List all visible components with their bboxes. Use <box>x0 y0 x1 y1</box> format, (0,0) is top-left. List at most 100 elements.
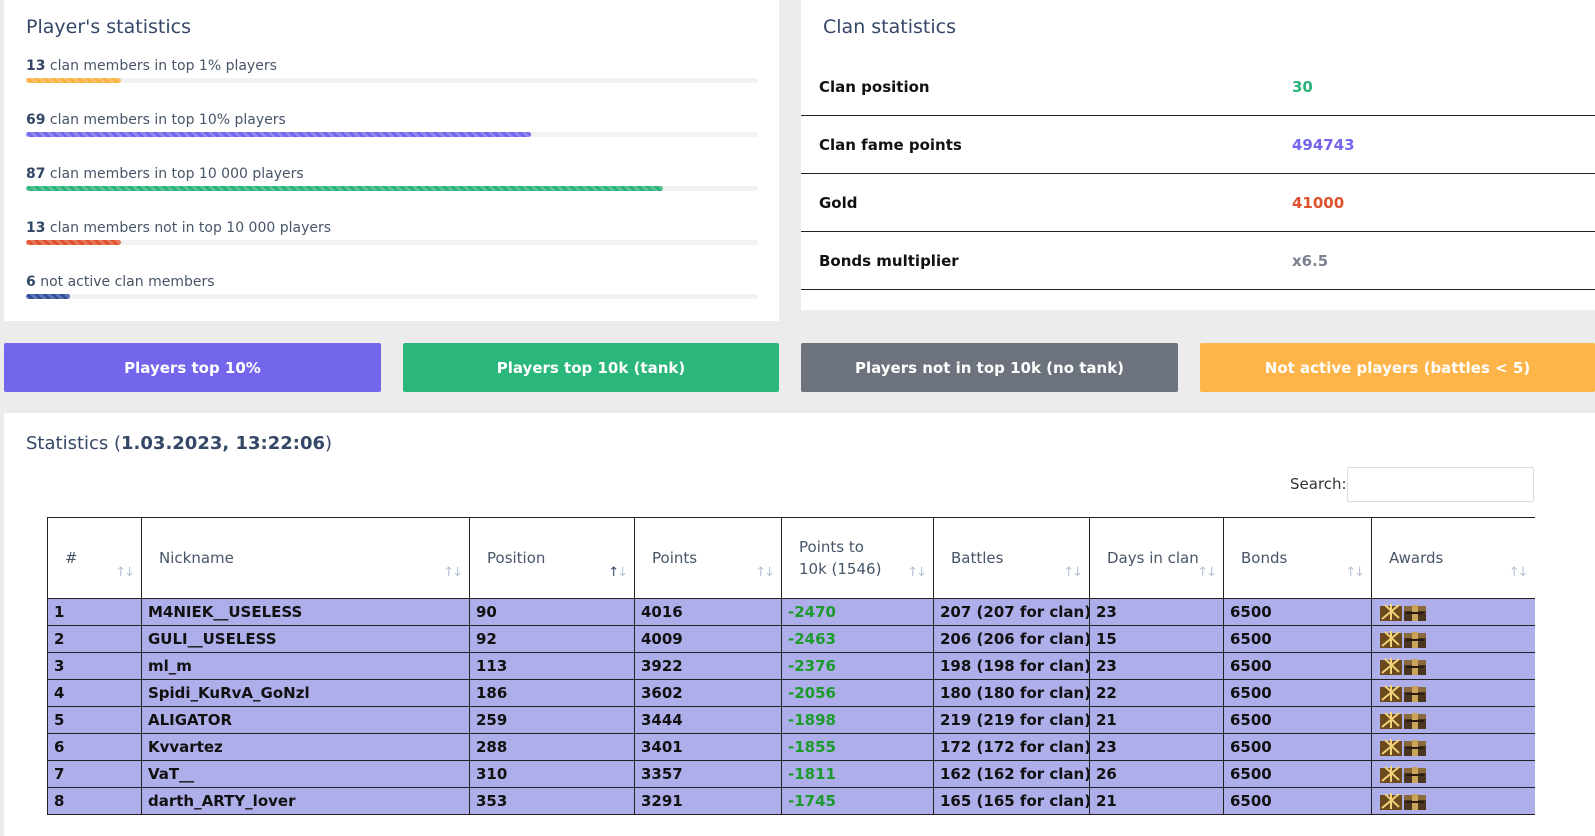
row-points-cell: 3444 <box>634 706 782 734</box>
column-header-label: Awards <box>1389 549 1444 567</box>
column-header-label: Days in clan <box>1107 549 1199 567</box>
column-position-header[interactable]: Position ↑↓ <box>469 517 635 599</box>
row-nickname-cell: ALIGATOR <box>141 706 470 734</box>
row-battles-cell: 180 (180 for clan) <box>933 679 1090 707</box>
column-header-label: Battles <box>951 549 1004 567</box>
column-days-in-clan-header[interactable]: Days in clan ↑↓ <box>1089 517 1224 599</box>
table-row[interactable]: 7 VaT__ 310 3357 -1811 162 (162 for clan) 26 65… <box>47 760 1535 788</box>
column-header-label: # <box>65 549 78 567</box>
sort-arrows-icon[interactable]: ↑↓ <box>755 562 775 584</box>
player-stat-label: 87 clan members in top 10 000 players <box>26 166 758 182</box>
row-battles-cell: 206 (206 for clan) <box>933 625 1090 653</box>
award-badges-icon[interactable] <box>1378 764 1428 784</box>
table-row[interactable]: 4 Spidi_KuRvA_GoNzl 186 3602 -2056 180 (180 f… <box>47 679 1535 707</box>
column-awards-header[interactable]: Awards ↑↓ <box>1371 517 1535 599</box>
row-days-in-clan-cell: 21 <box>1089 706 1224 734</box>
clan-stat-key: Gold <box>819 193 858 212</box>
row-number-cell: 8 <box>47 787 142 815</box>
player-stat-count: 87 <box>26 166 46 182</box>
row-bonds-cell: 6500 <box>1223 679 1372 707</box>
filter-not-top10k-button[interactable]: Players not in top 10k (no tank) <box>801 343 1178 392</box>
column-header-label: Bonds <box>1241 549 1288 567</box>
row-days-in-clan-cell: 23 <box>1089 652 1224 680</box>
sort-arrows-icon[interactable]: ↑↓ <box>1063 562 1083 584</box>
row-points-cell: 3401 <box>634 733 782 761</box>
row-nickname-cell: Spidi_KuRvA_GoNzl <box>141 679 470 707</box>
clan-stat-value: x6.5 <box>1292 251 1329 270</box>
sort-arrows-icon[interactable]: ↑↓ <box>443 562 463 584</box>
row-awards-cell <box>1371 625 1535 653</box>
row-points-to-10k-cell: -2463 <box>781 625 934 653</box>
sort-arrows-icon[interactable]: ↑↓ <box>1509 562 1529 584</box>
table-row[interactable]: 6 Kvvartez 288 3401 -1855 172 (172 for clan) 2… <box>47 733 1535 761</box>
column-battles-header[interactable]: Battles ↑↓ <box>933 517 1090 599</box>
row-awards-cell <box>1371 598 1535 626</box>
award-badges-icon[interactable] <box>1378 737 1428 757</box>
row-points-cell: 4009 <box>634 625 782 653</box>
sort-arrows-icon[interactable]: ↑↓ <box>115 562 135 584</box>
player-stat-progress-fill <box>26 294 70 299</box>
clan-stat-row: Clan position 30 <box>801 58 1595 116</box>
sort-arrows-icon[interactable]: ↑↓ <box>907 562 927 584</box>
column-number-header[interactable]: # ↑↓ <box>47 517 142 599</box>
row-battles-cell: 198 (198 for clan) <box>933 652 1090 680</box>
row-number-cell: 3 <box>47 652 142 680</box>
clan-stat-row: Clan fame points 494743 <box>801 116 1595 174</box>
row-position-cell: 353 <box>469 787 635 815</box>
row-days-in-clan-cell: 26 <box>1089 760 1224 788</box>
players-table: # ↑↓ Nickname ↑↓ Position ↑↓ Points ↑↓ Points to… <box>47 517 1535 815</box>
player-stat-progress <box>26 186 758 191</box>
clan-statistics-card: Clan statistics Clan position 30 Clan fame… <box>801 0 1595 310</box>
filter-not-active-button[interactable]: Not active players (battles < 5) <box>1200 343 1595 392</box>
sort-arrows-icon[interactable]: ↑↓ <box>1345 562 1365 584</box>
clan-stat-value: 30 <box>1292 77 1313 96</box>
award-badges-icon[interactable] <box>1378 602 1428 622</box>
column-header-label: Points to 10k (1546) <box>799 538 882 578</box>
search-input[interactable] <box>1347 467 1534 502</box>
sort-arrows-icon[interactable]: ↑↓ <box>1197 562 1217 584</box>
player-stat-label: 13 clan members in top 1% players <box>26 58 758 74</box>
row-nickname-cell: darth_ARTY_lover <box>141 787 470 815</box>
filter-top10-button[interactable]: Players top 10% <box>4 343 381 392</box>
row-points-cell: 3922 <box>634 652 782 680</box>
row-position-cell: 113 <box>469 652 635 680</box>
column-header-label: Position <box>487 549 546 567</box>
statistics-card: Statistics (1.03.2023, 13:22:06) Search:… <box>4 413 1595 836</box>
table-row[interactable]: 8 darth_ARTY_lover 353 3291 -1745 165 (165 fo… <box>47 787 1535 815</box>
table-row[interactable]: 2 GULI__USELESS 92 4009 -2463 206 (206 for cl… <box>47 625 1535 653</box>
table-row[interactable]: 3 ml_m 113 3922 -2376 198 (198 for clan) 23 650… <box>47 652 1535 680</box>
table-row[interactable]: 1 M4NIEK__USELESS 90 4016 -2470 207 (207 for … <box>47 598 1535 626</box>
player-stat-label: 6 not active clan members <box>26 274 758 290</box>
row-points-to-10k-cell: -1898 <box>781 706 934 734</box>
row-number-cell: 7 <box>47 760 142 788</box>
award-badges-icon[interactable] <box>1378 629 1428 649</box>
row-points-to-10k-cell: -2376 <box>781 652 934 680</box>
column-nickname-header[interactable]: Nickname ↑↓ <box>141 517 470 599</box>
player-stat-count: 69 <box>26 112 46 128</box>
row-nickname-cell: M4NIEK__USELESS <box>141 598 470 626</box>
player-stat-label: 69 clan members in top 10% players <box>26 112 758 128</box>
player-stat-progress <box>26 294 758 299</box>
award-badges-icon[interactable] <box>1378 683 1428 703</box>
row-points-cell: 3357 <box>634 760 782 788</box>
column-points-header[interactable]: Points ↑↓ <box>634 517 782 599</box>
row-position-cell: 90 <box>469 598 635 626</box>
award-badges-icon[interactable] <box>1378 656 1428 676</box>
clan-stat-row: Bonds multiplier x6.5 <box>801 232 1595 290</box>
row-bonds-cell: 6500 <box>1223 625 1372 653</box>
row-position-cell: 288 <box>469 733 635 761</box>
row-awards-cell <box>1371 733 1535 761</box>
row-nickname-cell: VaT__ <box>141 760 470 788</box>
filter-top10k-button[interactable]: Players top 10k (tank) <box>403 343 779 392</box>
row-points-to-10k-cell: -1811 <box>781 760 934 788</box>
column-points-to-10k-header[interactable]: Points to 10k (1546) ↑↓ <box>781 517 934 599</box>
column-bonds-header[interactable]: Bonds ↑↓ <box>1223 517 1372 599</box>
player-stat-row: 87 clan members in top 10 000 players <box>26 166 758 191</box>
table-row[interactable]: 5 ALIGATOR 259 3444 -1898 219 (219 for clan) 2… <box>47 706 1535 734</box>
sort-arrows-icon[interactable]: ↑↓ <box>608 562 628 584</box>
row-points-to-10k-cell: -1855 <box>781 733 934 761</box>
award-badges-icon[interactable] <box>1378 710 1428 730</box>
player-stat-text: clan members in top 10% players <box>45 112 286 128</box>
award-badges-icon[interactable] <box>1378 791 1428 811</box>
player-stat-text: clan members in top 1% players <box>45 58 277 74</box>
